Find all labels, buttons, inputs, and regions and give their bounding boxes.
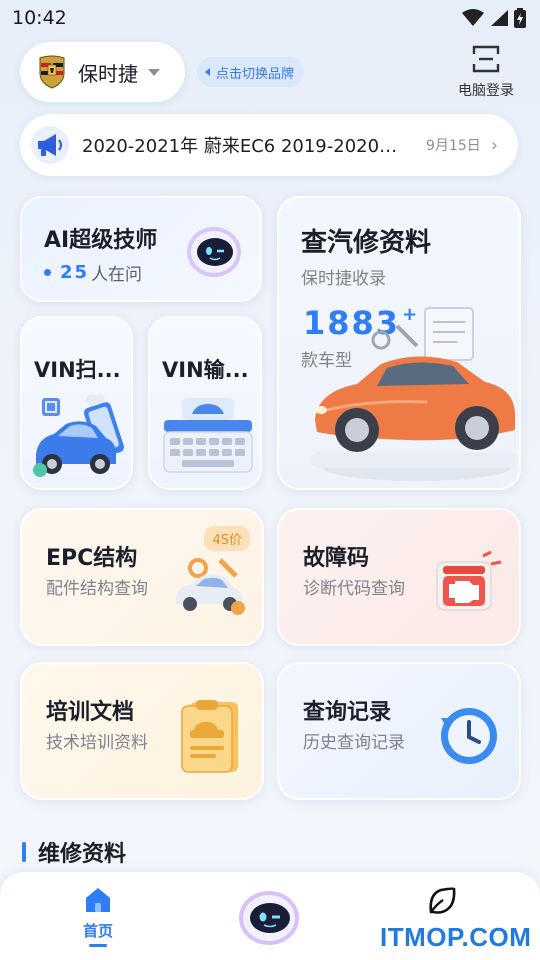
tab-home-label: 首页 — [82, 922, 113, 940]
status-icons — [462, 8, 526, 28]
caret-left-icon — [205, 68, 210, 76]
fault-title: 故障码 — [303, 546, 370, 571]
chevron-down-icon — [148, 68, 160, 76]
cellular-signal-icon — [491, 10, 508, 26]
fault-subtitle: 诊断代码查询 — [303, 579, 405, 599]
ai-technician-card[interactable]: AI超级技师 25 人在问 — [20, 196, 262, 302]
pc-login-label: 电脑登录 — [458, 83, 514, 99]
tab-home[interactable]: 首页 — [72, 886, 124, 947]
online-dot — [44, 269, 51, 276]
vin-input-card[interactable]: VIN输... — [148, 316, 262, 490]
repair-data-card[interactable]: 查汽修资料 保时捷收录 1883 + 款车型 — [277, 196, 521, 490]
home-icon — [86, 888, 110, 912]
notice-date: 9月15日 — [426, 138, 481, 154]
history-title: 查询记录 — [303, 700, 392, 725]
training-subtitle: 技术培训资料 — [46, 733, 148, 753]
query-history-card[interactable]: 查询记录 历史查询记录 — [277, 662, 521, 800]
4s-price-badge: 4S价 — [204, 526, 250, 551]
vin-input-title: VIN输... — [162, 358, 249, 382]
wifi-icon — [462, 9, 484, 26]
switch-brand-label: 点击切换品牌 — [216, 66, 295, 82]
keyboard-icon — [163, 398, 253, 473]
tab-mine[interactable] — [420, 886, 464, 920]
switch-brand-tag[interactable]: 点击切换品牌 — [197, 57, 305, 87]
training-docs-card[interactable]: 培训文档 技术培训资料 — [20, 662, 264, 800]
vin-scan-title: VIN扫... — [34, 358, 121, 382]
status-bar: 10:42 — [0, 0, 540, 36]
porsche-logo-icon — [39, 55, 65, 89]
leaf-profile-icon — [429, 887, 456, 914]
ai-card-title: AI超级技师 — [44, 228, 158, 253]
epc-subtitle: 配件结构查询 — [46, 579, 148, 599]
section-title: 维修资料 — [38, 842, 127, 867]
chevron-right-icon: › — [490, 134, 498, 156]
watermark-text: ITMOP.COM — [380, 922, 532, 952]
ai-robot-tab-icon — [239, 891, 299, 945]
notice-text: 2020-2021年 蔚来EC6 2019-2020年... — [82, 136, 408, 157]
megaphone-icon — [31, 126, 69, 164]
brand-name: 保时捷 — [78, 61, 138, 86]
pc-login-button[interactable]: 电脑登录 — [452, 44, 520, 100]
clipboard-document-icon — [181, 700, 238, 773]
clock-history-icon — [441, 708, 497, 764]
epc-structure-card[interactable]: EPC结构 配件结构查询 4S价 — [20, 508, 264, 646]
training-title: 培训文档 — [46, 700, 135, 725]
scan-frame-icon — [472, 45, 500, 73]
history-subtitle: 历史查询记录 — [303, 733, 405, 753]
sports-car-icon — [311, 307, 517, 481]
ai-robot-icon — [187, 227, 241, 277]
battery-icon — [514, 8, 526, 28]
tab-active-indicator — [89, 944, 107, 947]
vin-scan-card[interactable]: VIN扫... — [20, 316, 133, 490]
ai-online-count: 25 — [60, 262, 90, 283]
epc-title: EPC结构 — [46, 546, 138, 571]
ai-online-suffix: 人在问 — [91, 265, 143, 285]
repair-data-subtitle: 保时捷收录 — [301, 269, 386, 289]
vin-scan-car-phone-icon — [33, 394, 125, 477]
ai-card-online: 25 人在问 — [44, 260, 142, 285]
repair-data-title: 查汽修资料 — [301, 228, 432, 258]
fault-code-card[interactable]: 故障码 诊断代码查询 — [277, 508, 521, 646]
section-accent-bar — [22, 842, 26, 862]
engine-warning-icon — [436, 550, 502, 611]
section-repair-data: 维修资料 — [22, 836, 126, 868]
car-parts-icon — [176, 558, 245, 615]
notice-bar[interactable]: 2020-2021年 蔚来EC6 2019-2020年... 9月15日 › — [20, 114, 518, 176]
tab-ai-assistant[interactable] — [238, 890, 300, 950]
status-time: 10:42 — [12, 7, 67, 29]
brand-selector[interactable]: 保时捷 — [20, 42, 185, 102]
